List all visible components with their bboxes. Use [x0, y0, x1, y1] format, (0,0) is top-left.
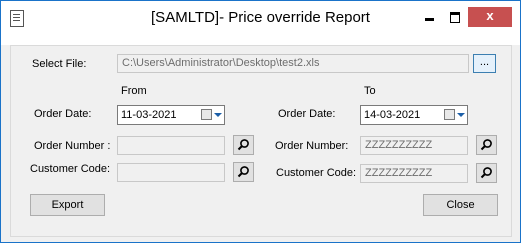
from-order-date-picker[interactable]: 11-03-2021 [117, 105, 225, 125]
close-window-button[interactable]: x [468, 7, 512, 27]
maximize-button[interactable] [442, 7, 468, 27]
from-order-date-label: Order Date: [34, 108, 92, 120]
magnifier-icon [480, 167, 492, 179]
from-customer-code-field[interactable] [117, 163, 225, 182]
dropdown-arrow-icon [457, 113, 465, 117]
from-label: From [121, 85, 147, 97]
from-order-date-value: 11-03-2021 [121, 109, 177, 121]
frame-border [1, 35, 520, 45]
to-order-number-field[interactable]: ZZZZZZZZZZ [360, 136, 468, 155]
to-order-number-label: Order Number: [275, 140, 349, 152]
from-order-number-search-button[interactable] [233, 135, 254, 155]
magnifier-icon [237, 166, 249, 178]
to-customer-code-field[interactable]: ZZZZZZZZZZ [360, 164, 468, 183]
to-customer-code-search-button[interactable] [476, 163, 497, 183]
to-order-date-picker[interactable]: 14-03-2021 [360, 105, 468, 125]
dropdown-arrow-icon [214, 113, 222, 117]
calendar-icon [201, 109, 212, 120]
magnifier-icon [480, 139, 492, 151]
to-order-date-value: 14-03-2021 [364, 109, 421, 121]
export-button[interactable]: Export [30, 194, 105, 216]
to-order-number-search-button[interactable] [476, 135, 497, 155]
to-label: To [364, 85, 376, 97]
to-order-date-label: Order Date: [278, 108, 336, 120]
close-icon: x [486, 8, 494, 23]
from-customer-code-label: Customer Code: [30, 163, 111, 175]
minimize-button[interactable] [416, 7, 442, 27]
form-panel: Select File: C:\Users\Administrator\Desk… [10, 45, 512, 237]
title-bar[interactable]: [SAMLTD]- Price override Report x [1, 1, 520, 35]
from-order-number-field[interactable] [117, 136, 225, 155]
browse-button[interactable]: ... [473, 54, 496, 73]
magnifier-icon [237, 139, 249, 151]
from-customer-code-search-button[interactable] [233, 162, 254, 182]
close-button[interactable]: Close [423, 194, 498, 216]
file-path-field[interactable]: C:\Users\Administrator\Desktop\test2.xls [117, 54, 469, 73]
report-window: [SAMLTD]- Price override Report x Select… [0, 0, 521, 243]
to-customer-code-label: Customer Code: [276, 167, 357, 179]
from-order-number-label: Order Number : [34, 140, 111, 152]
calendar-icon [444, 109, 455, 120]
select-file-label: Select File: [32, 58, 87, 70]
